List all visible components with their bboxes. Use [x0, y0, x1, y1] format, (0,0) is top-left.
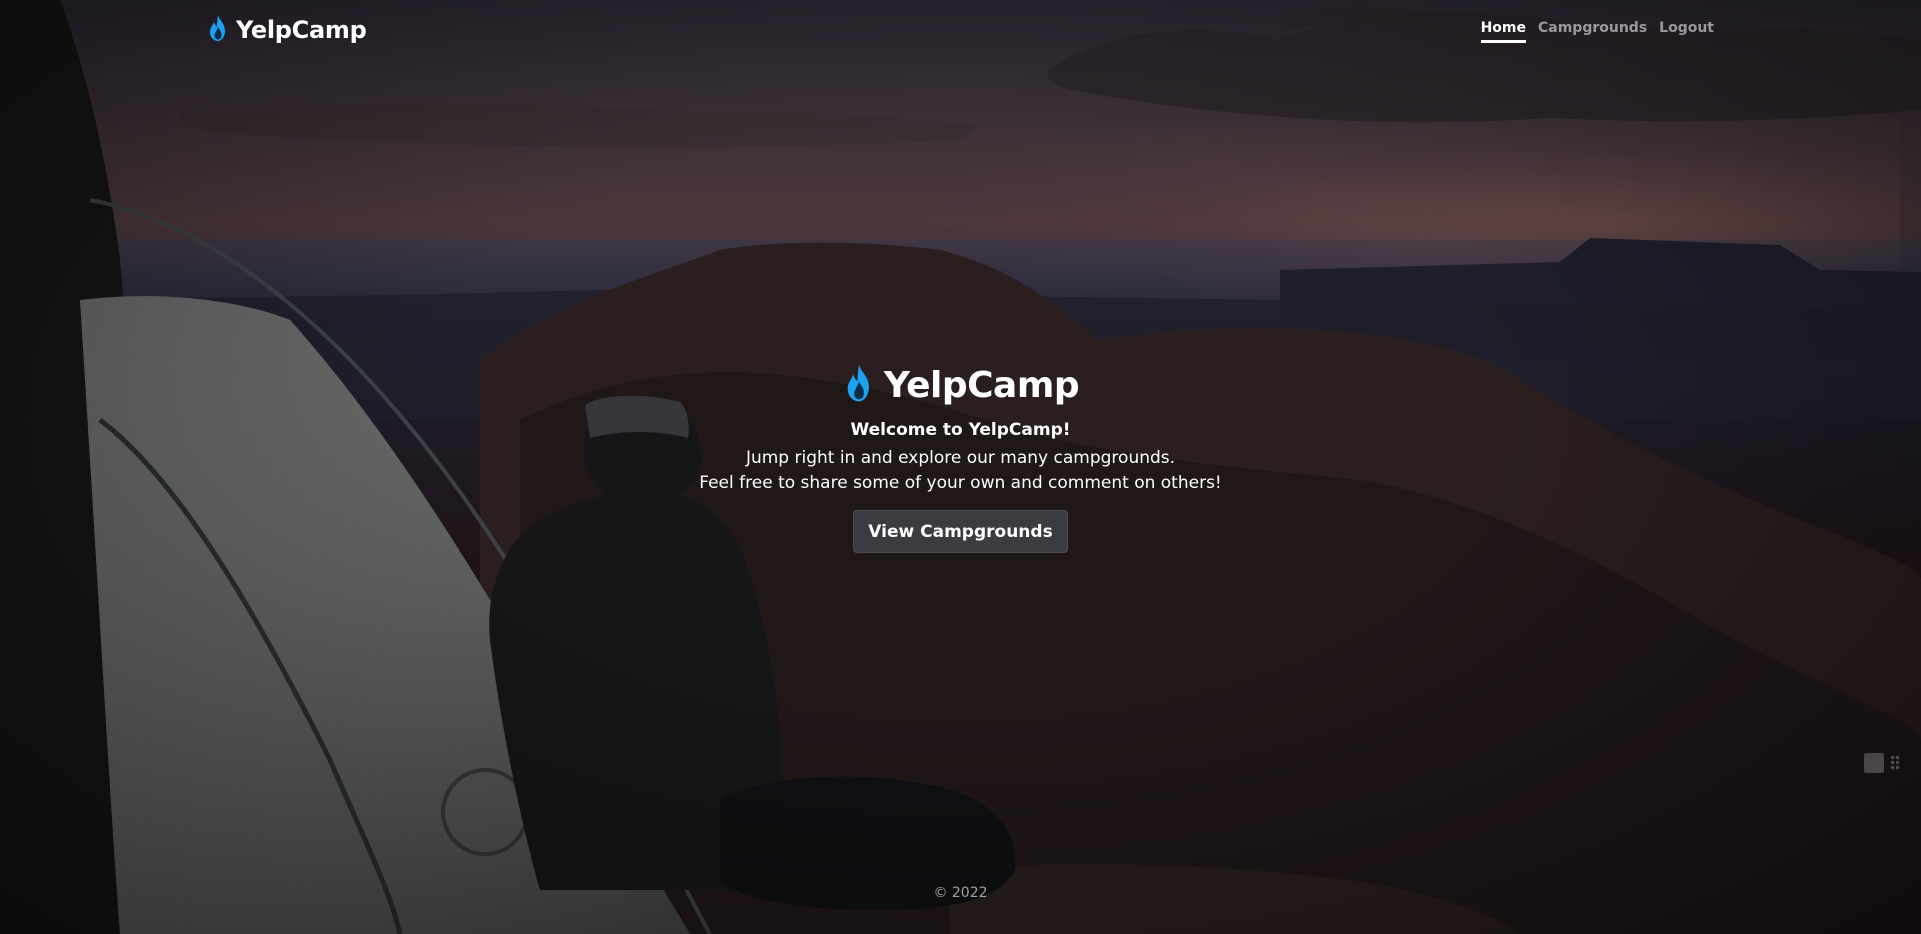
brand-logo[interactable]: YelpCamp	[206, 14, 367, 46]
hero-welcome: Welcome to YelpCamp!	[850, 420, 1071, 440]
main-nav: Home Campgrounds Logout	[1480, 20, 1714, 43]
view-campgrounds-button[interactable]: View Campgrounds	[853, 510, 1068, 553]
landing-page: YelpCamp Home Campgrounds Logout YelpCam…	[0, 0, 1921, 934]
mail-icon[interactable]	[1864, 753, 1884, 773]
nav-campgrounds[interactable]: Campgrounds	[1538, 20, 1647, 43]
hero-subtitle-line-2: Feel free to share some of your own and …	[699, 473, 1222, 493]
flame-icon	[842, 362, 876, 408]
brand-name: YelpCamp	[236, 16, 367, 44]
hero-title-row: YelpCamp	[0, 362, 1921, 408]
drag-handle-icon[interactable]	[1890, 755, 1900, 771]
hero-title: YelpCamp	[883, 364, 1080, 406]
nav-home[interactable]: Home	[1480, 20, 1526, 43]
floating-widget[interactable]	[1864, 753, 1900, 773]
nav-logout[interactable]: Logout	[1659, 20, 1714, 43]
footer-copyright: © 2022	[933, 885, 988, 901]
hero-section: YelpCamp Welcome to YelpCamp! Jump right…	[0, 362, 1921, 553]
top-navbar: YelpCamp Home Campgrounds Logout	[0, 0, 1921, 62]
hero-subtitle-line-1: Jump right in and explore our many campg…	[745, 448, 1176, 468]
flame-icon	[206, 14, 230, 46]
